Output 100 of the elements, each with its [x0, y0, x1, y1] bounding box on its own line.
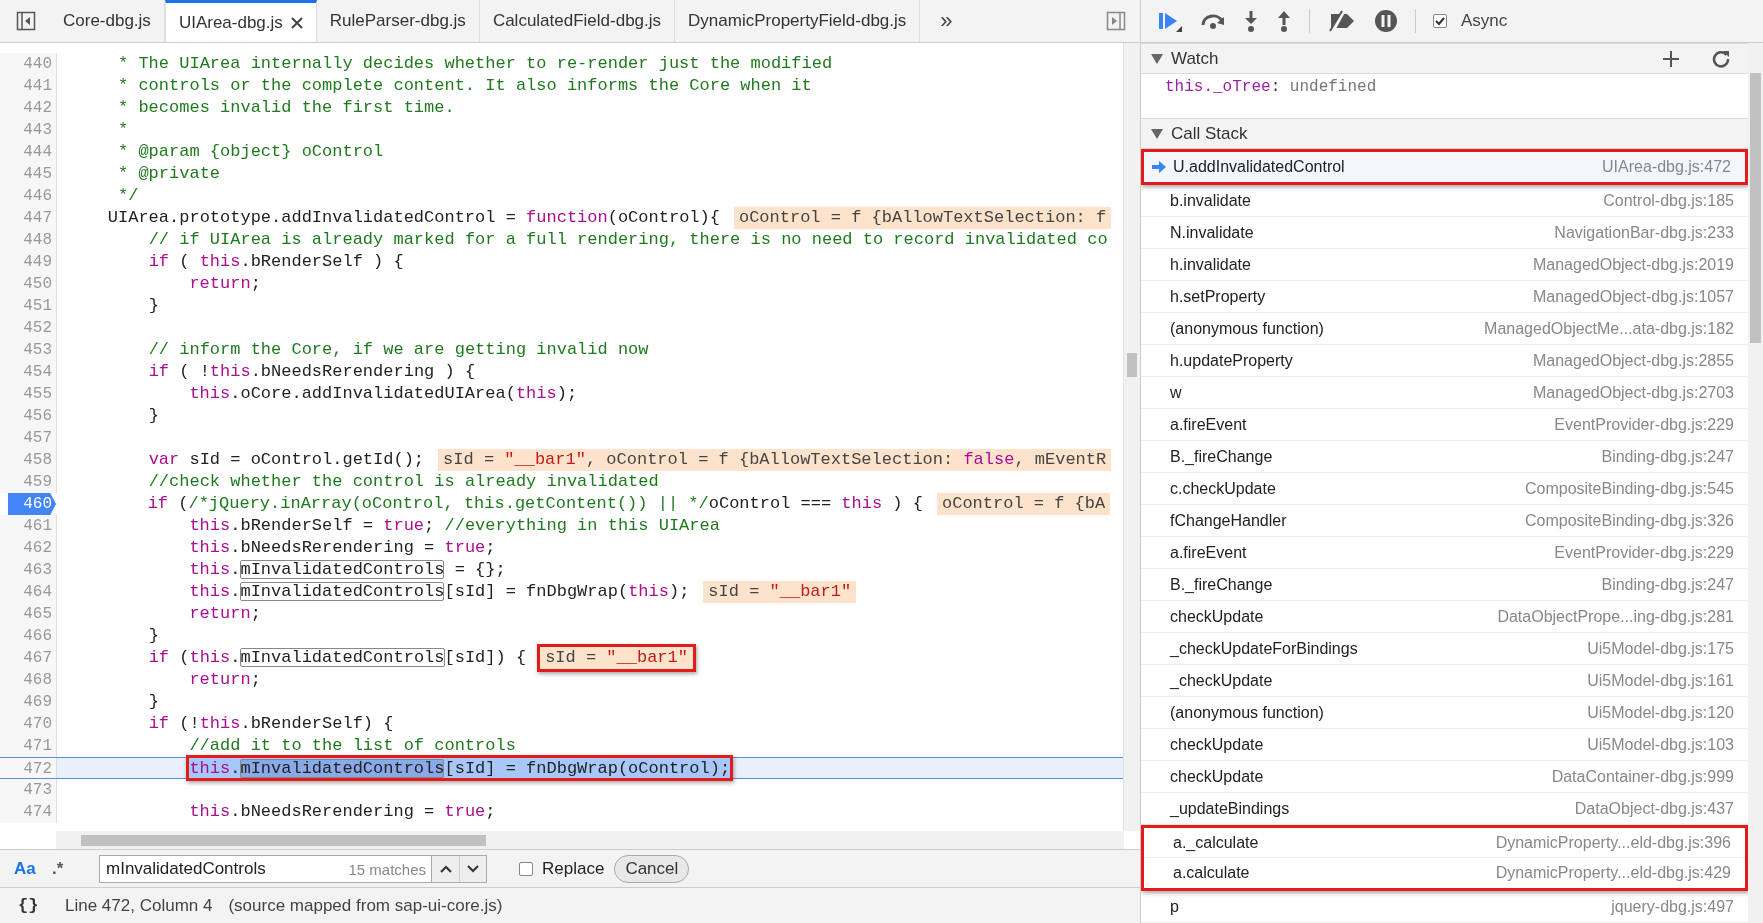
more-tabs-button[interactable]: »: [940, 8, 953, 34]
line-number: 445: [0, 163, 57, 185]
source-link[interactable]: Ui5Model-dbg.js:161: [1587, 671, 1734, 690]
line-number: 440: [0, 53, 57, 75]
function-name[interactable]: B._fireChange: [1170, 447, 1602, 466]
function-name[interactable]: (anonymous function): [1170, 319, 1485, 338]
source-link[interactable]: Control-dbg.js:185: [1603, 191, 1734, 210]
line-number: 471: [0, 735, 57, 757]
source-link[interactable]: NavigationBar-dbg.js:233: [1554, 223, 1734, 242]
source-link[interactable]: DynamicProperty...eld-dbg.js:396: [1495, 833, 1731, 852]
function-name[interactable]: _updateBindings: [1170, 799, 1575, 818]
file-tab[interactable]: RuleParser-dbg.js: [316, 0, 480, 42]
function-name[interactable]: U.addInvalidatedControl: [1173, 158, 1603, 176]
pause-icon[interactable]: [1374, 9, 1398, 33]
source-link[interactable]: CompositeBinding-dbg.js:326: [1525, 511, 1734, 530]
cancel-button[interactable]: Cancel: [614, 854, 690, 883]
source-link[interactable]: jquery-dbg.js:497: [1611, 897, 1734, 916]
line-number: 456: [0, 405, 57, 427]
function-name[interactable]: w: [1170, 383, 1533, 402]
step-into-icon[interactable]: [1243, 10, 1259, 32]
function-name[interactable]: N.invalidate: [1170, 223, 1555, 242]
file-tab[interactable]: CalculatedField-dbg.js: [479, 0, 676, 42]
source-link[interactable]: Ui5Model-dbg.js:103: [1587, 735, 1734, 754]
code-line: this.mInvalidatedControls[sId] = fnDbgWrap(this);: [189, 581, 690, 603]
function-name[interactable]: (anonymous function): [1170, 703, 1588, 722]
replace-label: Replace: [542, 858, 605, 879]
function-name[interactable]: p: [1170, 897, 1612, 916]
regex-toggle[interactable]: .*: [52, 858, 90, 879]
source-link[interactable]: CompositeBinding-dbg.js:545: [1525, 479, 1734, 498]
sidebar-toggle-icon[interactable]: [1106, 11, 1126, 31]
match-case-toggle[interactable]: Aa: [14, 858, 52, 879]
watch-expression: this._oTree: undefined: [1165, 78, 1378, 96]
function-name[interactable]: _checkUpdate: [1170, 671, 1588, 690]
close-icon[interactable]: [290, 16, 303, 29]
scrollbar[interactable]: [56, 831, 1124, 849]
next-match-button[interactable]: [459, 855, 486, 882]
add-icon[interactable]: [1662, 49, 1680, 68]
scrollbar[interactable]: [1748, 43, 1763, 923]
code-line: if (/*jQuery.inArray(oControl, this.getContent()) || */oControl === this ) {: [147, 493, 923, 515]
source-link[interactable]: ManagedObjectMe...ata-dbg.js:182: [1484, 319, 1734, 338]
function-name[interactable]: a.fireEvent: [1170, 543, 1555, 562]
line-number: 460: [8, 493, 56, 515]
expanded-triangle-icon[interactable]: [1151, 53, 1163, 64]
match-count: 15 matches: [348, 860, 426, 878]
replace-checkbox[interactable]: [519, 861, 533, 876]
source-link[interactable]: ManagedObject-dbg.js:2019: [1532, 255, 1734, 274]
file-tab[interactable]: Core-dbg.js: [50, 0, 165, 42]
code-line: if (this.mInvalidatedControls[sId]) {: [148, 647, 527, 669]
line-number: 449: [0, 251, 57, 273]
function-name[interactable]: B._fireChange: [1170, 575, 1602, 594]
expanded-triangle-icon[interactable]: [1151, 128, 1163, 139]
function-name[interactable]: b.invalidate: [1170, 191, 1604, 210]
file-tab[interactable]: DynamicPropertyField-dbg.js: [675, 0, 921, 42]
source-link[interactable]: DataObjectPrope...ing-dbg.js:281: [1497, 607, 1734, 626]
source-link[interactable]: Binding-dbg.js:247: [1601, 447, 1734, 466]
inline-value: oControl = f {bAllowTextSelection: f: [733, 207, 1112, 229]
source-link[interactable]: DataObject-dbg.js:437: [1574, 799, 1734, 818]
source-link[interactable]: Ui5Model-dbg.js:175: [1587, 639, 1734, 658]
code-line: this.mInvalidatedControls = {};: [189, 559, 506, 581]
async-checkbox[interactable]: [1433, 14, 1447, 28]
source-link[interactable]: ManagedObject-dbg.js:2703: [1532, 383, 1734, 402]
code-line: var sId = oControl.getId();: [148, 449, 425, 471]
source-link[interactable]: EventProvider-dbg.js:229: [1554, 543, 1734, 562]
source-link[interactable]: DynamicProperty...eld-dbg.js:429: [1495, 864, 1731, 882]
function-name[interactable]: fChangeHandler: [1170, 511, 1525, 530]
function-name[interactable]: checkUpdate: [1170, 607, 1498, 626]
line-number: 448: [0, 229, 57, 251]
source-link[interactable]: EventProvider-dbg.js:229: [1554, 415, 1734, 434]
scrollbar[interactable]: [1123, 43, 1140, 831]
source-link[interactable]: ManagedObject-dbg.js:1057: [1532, 287, 1734, 306]
function-name[interactable]: a.calculate: [1173, 864, 1496, 882]
function-name[interactable]: h.setProperty: [1170, 287, 1533, 306]
sidebar-toggle-icon[interactable]: [16, 11, 36, 31]
source-link[interactable]: ManagedObject-dbg.js:2855: [1532, 351, 1734, 370]
refresh-icon[interactable]: [1712, 49, 1730, 68]
function-name[interactable]: checkUpdate: [1170, 767, 1552, 786]
check-icon: [1434, 15, 1446, 27]
function-name[interactable]: a._calculate: [1173, 833, 1496, 852]
source-link[interactable]: Binding-dbg.js:247: [1601, 575, 1734, 594]
code-line: * controls or the complete content. It also informs the Core when it: [118, 75, 812, 97]
code-line: return;: [189, 669, 261, 691]
previous-match-button[interactable]: [432, 855, 459, 882]
function-name[interactable]: h.invalidate: [1170, 255, 1533, 274]
function-name[interactable]: a.fireEvent: [1170, 415, 1555, 434]
code-line: *: [118, 119, 129, 141]
function-name[interactable]: checkUpdate: [1170, 735, 1588, 754]
code-line: */: [118, 185, 139, 207]
line-number: 459: [0, 471, 57, 493]
step-over-icon[interactable]: [1200, 11, 1226, 31]
line-number: 465: [0, 603, 57, 625]
function-name[interactable]: _checkUpdateForBindings: [1170, 639, 1588, 658]
step-out-icon[interactable]: [1276, 10, 1292, 32]
file-tab[interactable]: UIArea-dbg.js: [164, 0, 317, 42]
source-link[interactable]: Ui5Model-dbg.js:120: [1587, 703, 1734, 722]
source-link[interactable]: DataContainer-dbg.js:999: [1551, 767, 1734, 786]
async-label: Async: [1461, 11, 1508, 31]
function-name[interactable]: c.checkUpdate: [1170, 479, 1525, 498]
pretty-print-button[interactable]: {}: [18, 896, 65, 915]
function-name[interactable]: h.updateProperty: [1170, 351, 1533, 370]
deactivate-breakpoints-icon[interactable]: [1327, 10, 1357, 32]
